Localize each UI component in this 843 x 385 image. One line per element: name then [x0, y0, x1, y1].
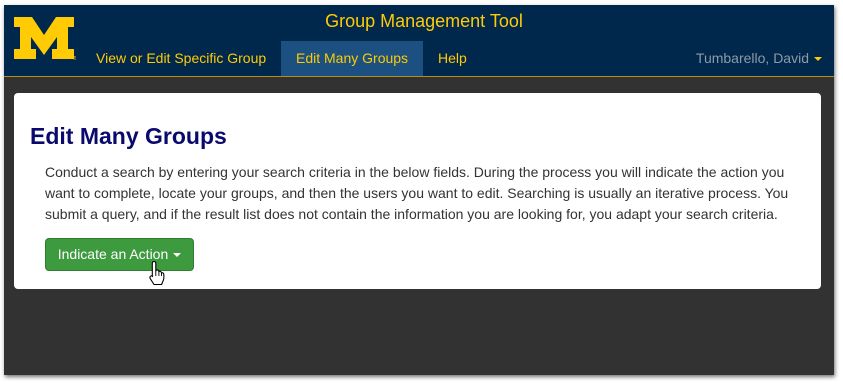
nav-edit-many-groups[interactable]: Edit Many Groups — [281, 41, 424, 76]
hand-pointer-cursor-icon — [149, 260, 165, 286]
top-navbar: ® Group Management Tool View or Edit Spe… — [4, 5, 834, 77]
main-panel: Edit Many Groups Conduct a search by ent… — [14, 93, 821, 289]
nav-help[interactable]: Help — [423, 41, 482, 76]
svg-text:®: ® — [73, 55, 76, 61]
app-window: ® Group Management Tool View or Edit Spe… — [4, 5, 834, 375]
page-title: Edit Many Groups — [30, 123, 227, 149]
caret-down-icon — [173, 253, 182, 258]
user-menu[interactable]: Tumbarello, David — [696, 41, 822, 76]
user-name: Tumbarello, David — [695, 50, 809, 66]
indicate-action-button[interactable]: Indicate an Action — [45, 238, 194, 271]
page-description: Conduct a search by entering your search… — [45, 164, 789, 222]
app-title: Group Management Tool — [325, 11, 523, 31]
caret-down-icon — [814, 57, 822, 62]
nav-view-edit-specific-group[interactable]: View or Edit Specific Group — [81, 41, 281, 76]
